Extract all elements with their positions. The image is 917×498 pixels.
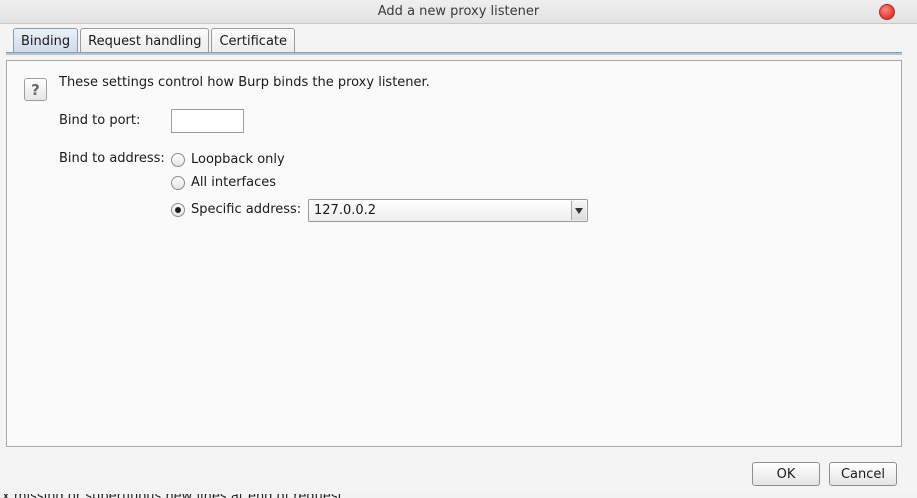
all-interfaces-option[interactable]: All interfaces [171,175,276,190]
ok-button[interactable]: OK [752,462,820,486]
loopback-only-radio[interactable] [171,152,185,167]
specific-address-option[interactable]: Specific address: [171,202,301,217]
specific-address-radio[interactable] [171,202,185,217]
close-button[interactable] [879,4,895,20]
cancel-button[interactable]: Cancel [829,462,897,486]
specific-address-select[interactable]: 127.0.0.2 [308,199,588,222]
bind-port-input[interactable] [171,109,244,133]
tab-bar: Binding Request handling Certificate [13,28,297,54]
all-interfaces-radio[interactable] [171,175,185,190]
bind-address-label: Bind to address: [59,151,165,166]
tab-certificate[interactable]: Certificate [211,28,296,53]
binding-description: These settings control how Burp binds th… [59,75,430,90]
binding-panel [6,60,902,447]
bind-port-label: Bind to port: [59,113,141,128]
tab-binding[interactable]: Binding [13,28,79,53]
add-proxy-listener-dialog: Add a new proxy listener Binding Request… [0,0,917,494]
loopback-only-option[interactable]: Loopback only [171,152,285,167]
tab-divider [6,52,902,55]
title-bar[interactable]: Add a new proxy listener [0,0,917,24]
specific-address-value: 127.0.0.2 [314,203,377,218]
help-icon[interactable]: ? [24,78,47,101]
specific-address-label: Specific address: [191,202,302,217]
loopback-only-label: Loopback only [191,152,285,167]
all-interfaces-label: All interfaces [191,175,277,190]
dialog-title: Add a new proxy listener [377,4,540,19]
tab-request-handling[interactable]: Request handling [80,28,210,53]
chevron-down-icon[interactable] [571,201,586,220]
